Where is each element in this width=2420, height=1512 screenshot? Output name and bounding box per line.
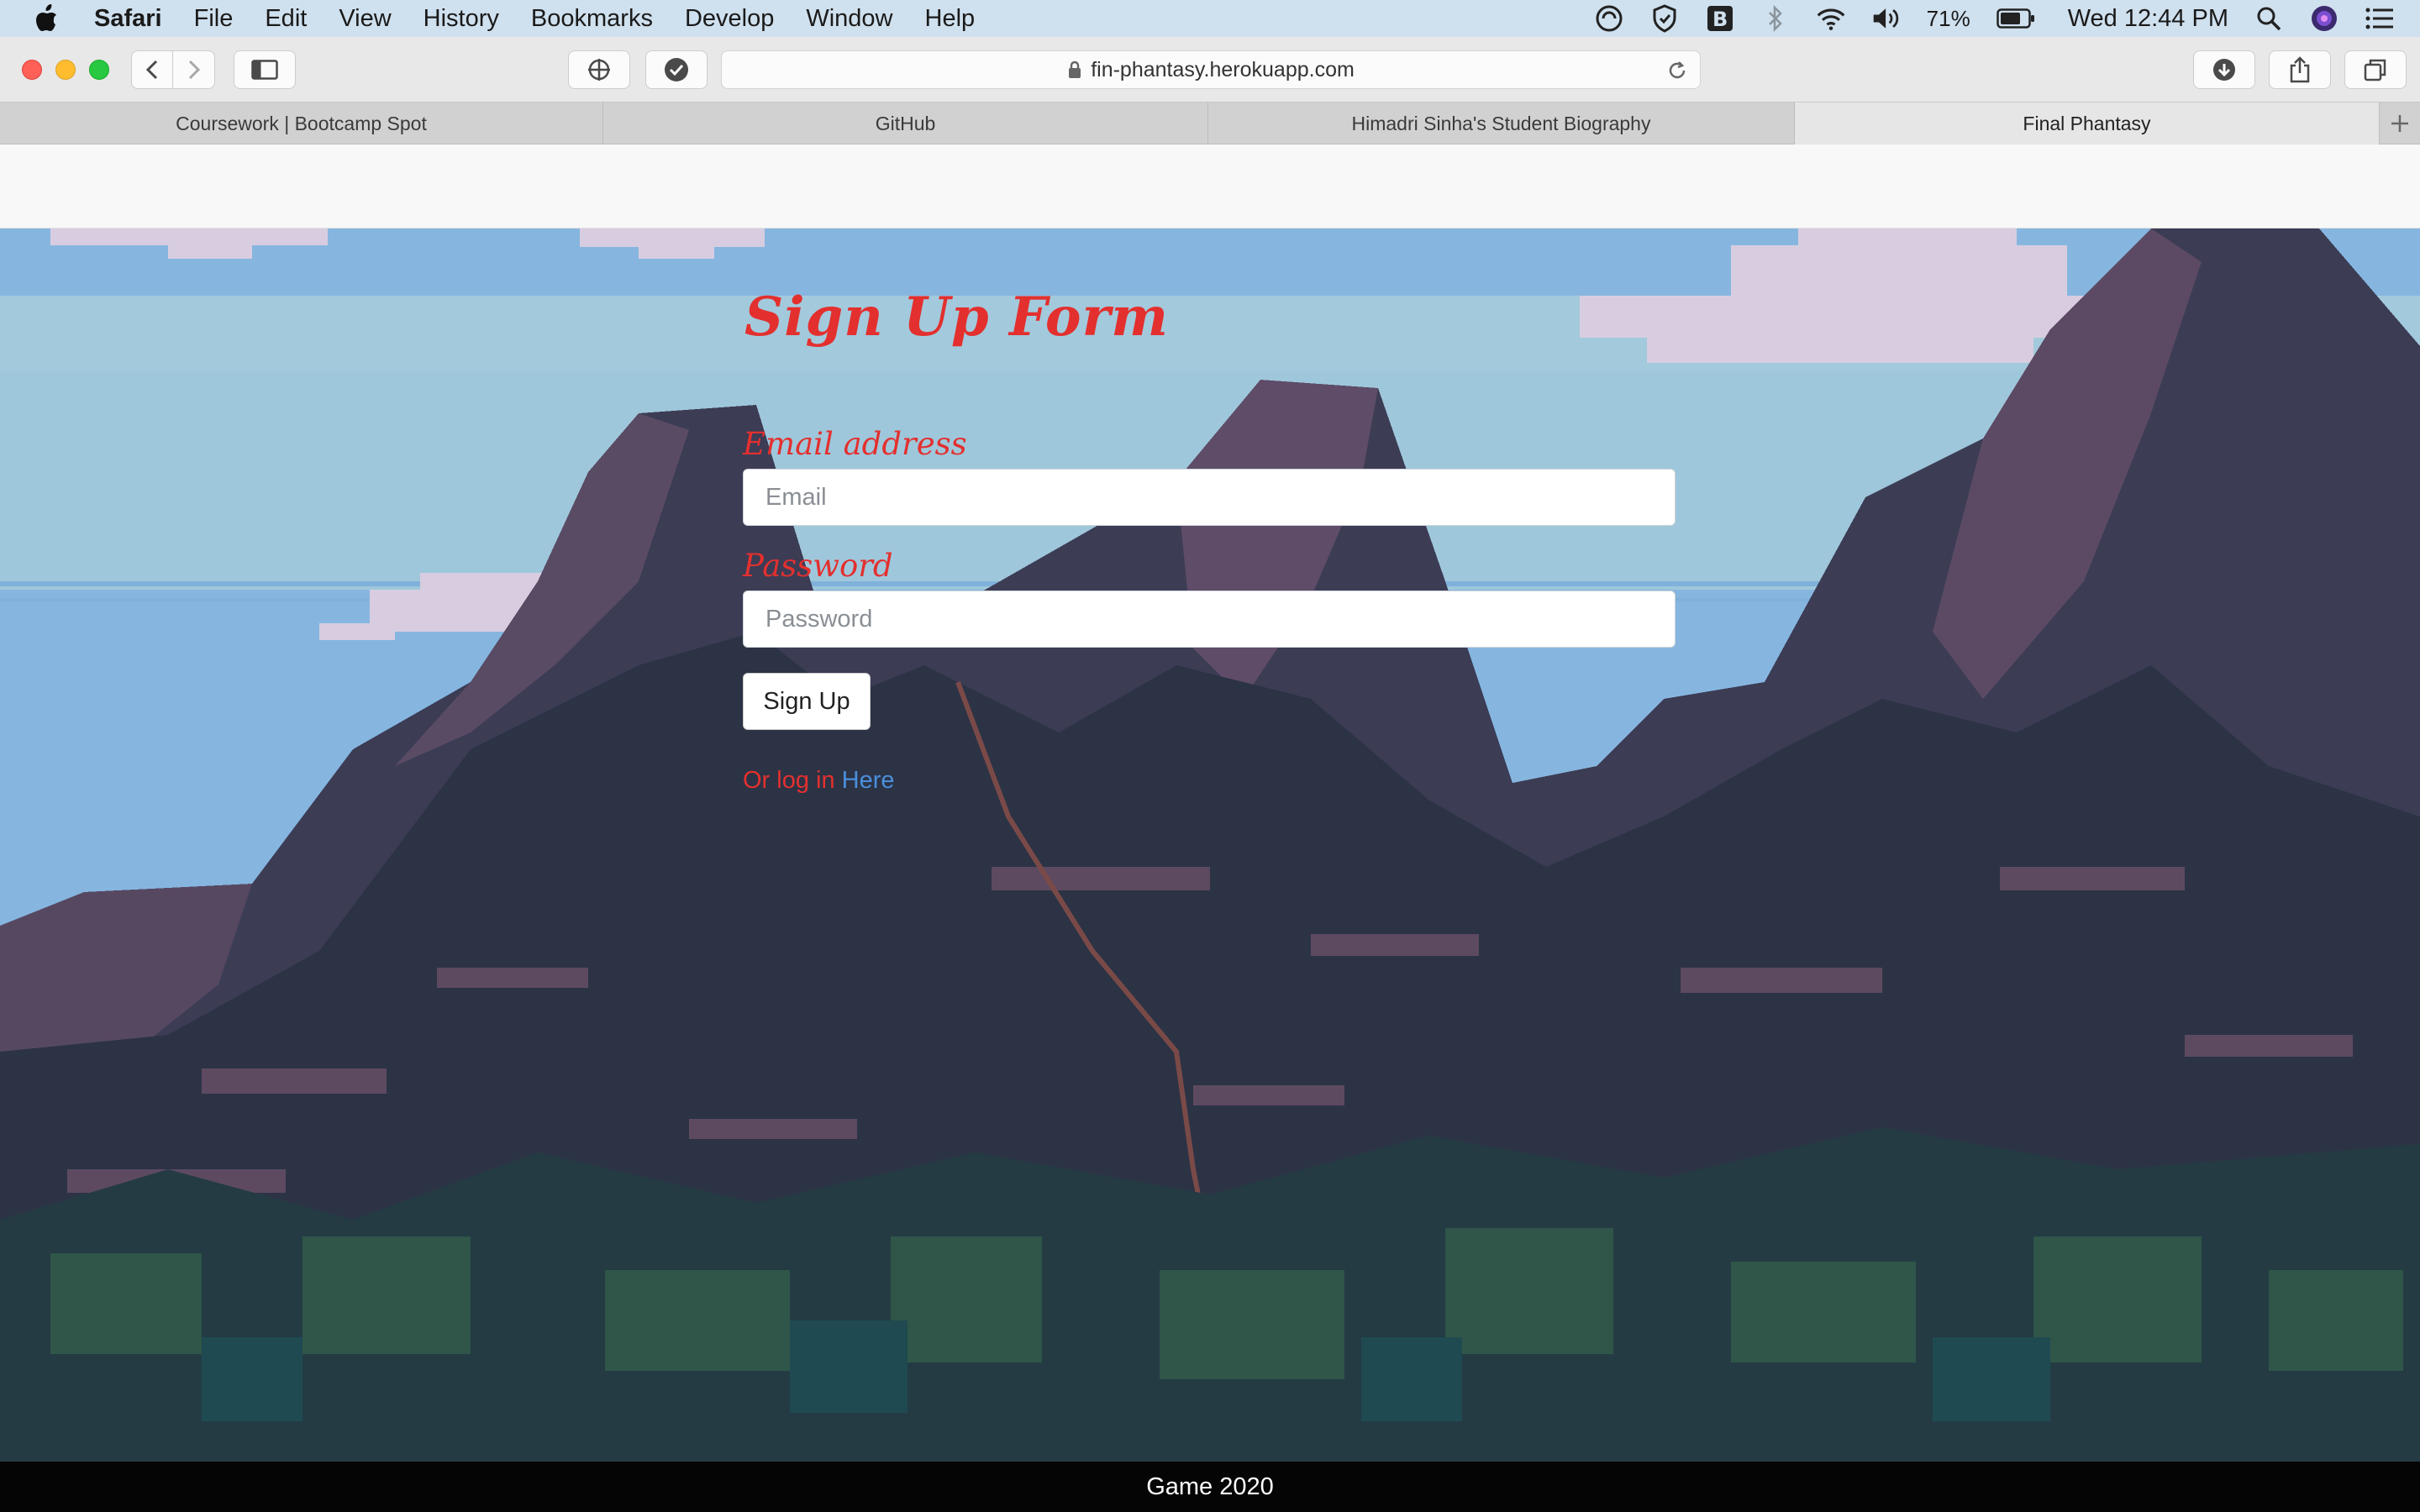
menu-app-safari[interactable]: Safari: [94, 5, 162, 33]
svg-text:B: B: [1712, 8, 1728, 31]
downloads-button[interactable]: [2193, 50, 2255, 89]
url-text: fin-phantasy.herokuapp.com: [1091, 57, 1355, 81]
spotlight-search-icon[interactable]: [2254, 3, 2284, 34]
password-input[interactable]: [743, 591, 1676, 648]
checkmark-circle-icon: [665, 58, 688, 81]
bluetooth-icon[interactable]: [1760, 3, 1791, 34]
tab-overview-button[interactable]: [2344, 50, 2407, 89]
extension-button-2[interactable]: [645, 50, 708, 89]
tab-student-biography[interactable]: Himadri Sinha's Student Biography: [1208, 102, 1795, 144]
share-button[interactable]: [2269, 50, 2331, 89]
menu-view[interactable]: View: [339, 5, 391, 33]
plus-icon: [2391, 115, 2408, 132]
minimize-window-button[interactable]: [55, 60, 76, 80]
sign-up-button[interactable]: Sign Up: [743, 673, 871, 730]
password-label: Password: [743, 548, 893, 584]
tab-github[interactable]: GitHub: [603, 102, 1208, 144]
email-input[interactable]: [743, 469, 1676, 526]
battery-icon[interactable]: [1996, 3, 2036, 34]
new-tab-button[interactable]: [2380, 102, 2420, 144]
footer-text: Game 2020: [1146, 1473, 1274, 1500]
page-footer: Game 2020: [0, 1462, 2420, 1512]
tab-bar: Coursework | Bootcamp Spot GitHub Himadr…: [0, 102, 2420, 144]
browser-toolbar: fin-phantasy.herokuapp.com: [0, 37, 2420, 102]
share-icon: [2290, 56, 2310, 83]
back-button[interactable]: [131, 50, 173, 89]
menu-history[interactable]: History: [424, 5, 499, 33]
zoom-window-button[interactable]: [89, 60, 109, 80]
chevron-right-icon: [188, 60, 200, 80]
download-icon: [2213, 59, 2235, 81]
email-label: Email address: [743, 426, 967, 462]
menu-file[interactable]: File: [194, 5, 234, 33]
tab-coursework[interactable]: Coursework | Bootcamp Spot: [0, 102, 603, 144]
chevron-left-icon: [145, 60, 158, 80]
tab-label: Himadri Sinha's Student Biography: [1351, 112, 1651, 134]
clock[interactable]: Wed 12:44 PM: [2068, 5, 2228, 33]
menu-help[interactable]: Help: [925, 5, 976, 33]
bartender-icon[interactable]: B: [1705, 3, 1735, 34]
apple-icon[interactable]: [34, 3, 64, 34]
macos-menubar: Safari File Edit View History Bookmarks …: [0, 0, 2420, 37]
sidebar-icon: [251, 60, 278, 80]
sidebar-toggle-button[interactable]: [234, 50, 296, 89]
battery-percent: 71%: [1926, 5, 1970, 31]
login-prefix-text: Or log in: [743, 767, 835, 794]
menu-window[interactable]: Window: [806, 5, 892, 33]
tab-label: GitHub: [875, 112, 936, 134]
notification-center-icon[interactable]: [2365, 3, 2395, 34]
tab-label: Coursework | Bootcamp Spot: [176, 112, 427, 134]
reload-icon[interactable]: [1666, 60, 1688, 81]
wifi-icon[interactable]: [1816, 3, 1846, 34]
forward-button[interactable]: [173, 50, 215, 89]
menu-edit[interactable]: Edit: [265, 5, 307, 33]
tab-final-phantasy[interactable]: Final Phantasy: [1795, 102, 2380, 144]
extension-button-1[interactable]: [568, 50, 630, 89]
sync-icon[interactable]: [1594, 3, 1624, 34]
tab-label: Final Phantasy: [2023, 112, 2151, 134]
form-title: Sign Up Form: [744, 286, 1169, 349]
page-navbar: [0, 144, 2420, 228]
volume-icon[interactable]: [1871, 3, 1902, 34]
siri-icon[interactable]: [2309, 3, 2339, 34]
globe-extension-icon: [588, 59, 610, 81]
tab-overview-icon: [2364, 59, 2386, 81]
menu-bookmarks[interactable]: Bookmarks: [531, 5, 653, 33]
login-prompt: Or log in Here: [743, 767, 1676, 795]
login-here-link[interactable]: Here: [842, 767, 895, 794]
menu-develop[interactable]: Develop: [685, 5, 774, 33]
signup-form: Sign Up Form Email address Password Sign…: [743, 286, 1676, 795]
lock-icon: [1069, 60, 1081, 78]
vpn-shield-icon[interactable]: [1649, 3, 1680, 34]
address-bar[interactable]: fin-phantasy.herokuapp.com: [721, 50, 1701, 89]
close-window-button[interactable]: [22, 60, 42, 80]
